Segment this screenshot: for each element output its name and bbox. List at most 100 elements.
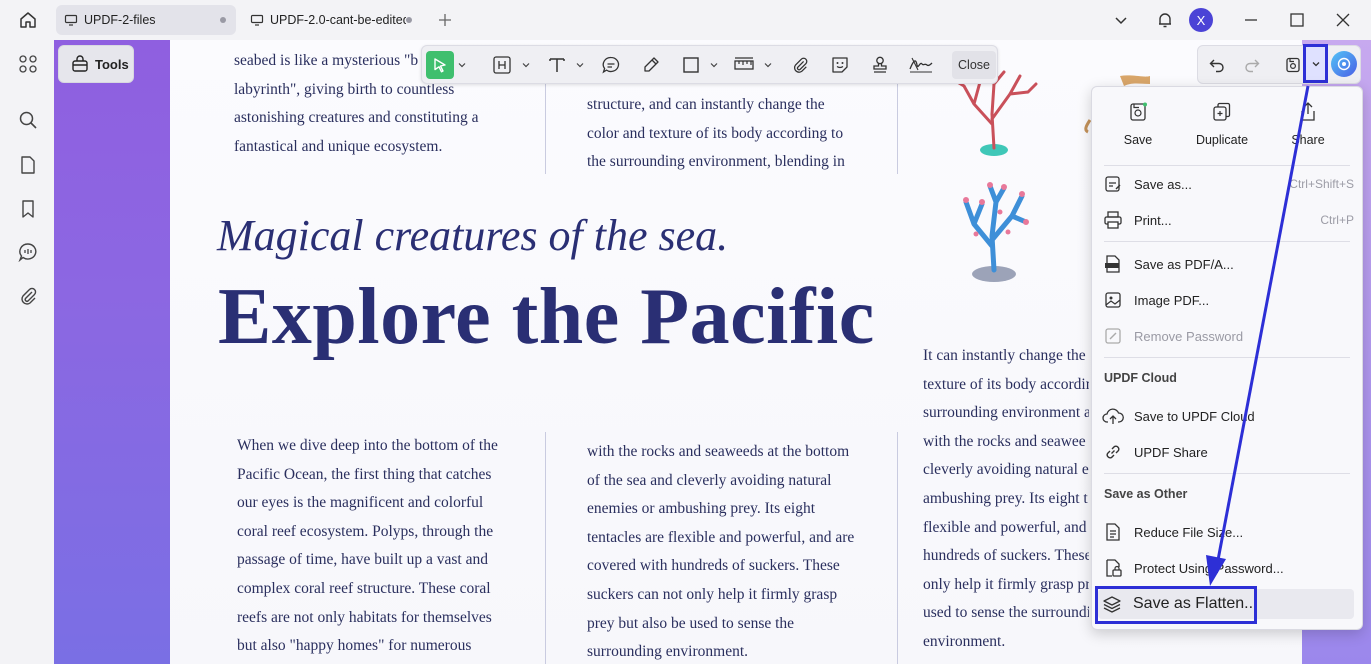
save-as-label: Save as...: [1134, 176, 1192, 192]
close-button[interactable]: Close: [952, 51, 996, 79]
text-line: complex coral reef structure. These cora…: [237, 579, 491, 597]
home-icon[interactable]: [14, 7, 42, 33]
text-line: surrounding environment.: [587, 643, 749, 661]
sticker-tool-icon[interactable]: [826, 51, 854, 79]
save-as-pdfa-item[interactable]: Save as PDF/A...: [1102, 249, 1354, 279]
save-to-cloud-item[interactable]: Save to UPDF Cloud: [1102, 401, 1354, 431]
text-line: It can instantly change the: [923, 347, 1086, 364]
text-line: structure, and can instantly change the: [587, 96, 825, 113]
text-line: Pacific Ocean, the first thing that catc…: [237, 465, 492, 483]
select-tool-icon[interactable]: [426, 51, 454, 79]
text-line: with the rocks and seawee: [923, 432, 1086, 450]
middle-column-paragraph: with the rocks and seaweeds at the botto…: [587, 438, 854, 664]
window-controls: X: [1107, 0, 1371, 40]
updf-share-item[interactable]: UPDF Share: [1102, 437, 1354, 467]
print-label: Print...: [1134, 212, 1172, 228]
lock-file-icon: [1102, 557, 1124, 579]
cloud-upload-icon: [1102, 405, 1124, 427]
unsaved-dot-icon: [220, 17, 226, 23]
heading-tool-icon[interactable]: [488, 51, 516, 79]
compress-icon: [1102, 521, 1124, 543]
column-divider: [897, 432, 898, 664]
measure-tool-icon[interactable]: [730, 51, 758, 79]
chevron-down-icon: [1312, 61, 1319, 66]
close-window-icon[interactable]: [1329, 6, 1357, 34]
print-item[interactable]: Print... Ctrl+P: [1102, 205, 1354, 235]
remove-password-item[interactable]: Remove Password: [1102, 321, 1354, 351]
right-column-paragraph: It can instantly change the texture of i…: [923, 342, 1089, 657]
text-line: with the rocks and seaweeds at the botto…: [587, 443, 850, 460]
stamp-tool-icon[interactable]: [866, 51, 894, 79]
save-icon: [1130, 102, 1147, 121]
menu-duplicate-button[interactable]: Duplicate: [1187, 101, 1257, 161]
chevron-down-icon[interactable]: [574, 51, 586, 79]
share-icon: [1301, 102, 1315, 121]
comment-tool-icon[interactable]: [597, 51, 625, 79]
section-headline: Explore the Pacific: [218, 273, 875, 361]
blue-coral-image: [963, 182, 1029, 282]
reduce-file-size-item[interactable]: Reduce File Size...: [1102, 517, 1354, 547]
highlighter-tool-icon[interactable]: [637, 51, 665, 79]
tools-button[interactable]: Tools: [58, 45, 134, 83]
chevron-down-icon[interactable]: [456, 51, 468, 79]
left-sidebar: [0, 40, 54, 664]
chevron-down-icon[interactable]: [762, 51, 774, 79]
tools-label: Tools: [95, 56, 129, 72]
updf-share-label: UPDF Share: [1134, 444, 1208, 460]
print-shortcut: Ctrl+P: [1320, 213, 1354, 227]
menu-share-button[interactable]: Share: [1273, 101, 1343, 161]
menu-save-button[interactable]: Save: [1103, 101, 1173, 161]
protect-password-label: Protect Using Password...: [1134, 560, 1284, 576]
save-as-icon: [1102, 173, 1124, 195]
image-pdf-item[interactable]: Image PDF...: [1102, 285, 1354, 315]
signature-tool-icon[interactable]: [906, 51, 936, 79]
save-options-dropdown-button[interactable]: [1303, 44, 1328, 83]
avatar[interactable]: X: [1189, 8, 1213, 32]
tab-updf-2-files[interactable]: UPDF-2-files: [56, 5, 236, 35]
undo-icon[interactable]: [1203, 51, 1231, 79]
remove-password-label: Remove Password: [1134, 328, 1244, 344]
page-thumbnail-icon[interactable]: [14, 151, 42, 179]
attachment-tool-icon[interactable]: [786, 51, 814, 79]
chevron-down-icon[interactable]: [520, 51, 532, 79]
bookmark-icon[interactable]: [14, 195, 42, 223]
document-tab-icon: [250, 14, 264, 26]
add-tab-icon[interactable]: [434, 9, 456, 31]
chevron-down-icon[interactable]: [708, 51, 720, 79]
search-icon[interactable]: [14, 106, 42, 134]
save-to-cloud-label: Save to UPDF Cloud: [1134, 408, 1255, 424]
text-line: hundreds of suckers. These: [923, 547, 1089, 565]
ai-assistant-icon[interactable]: [1331, 51, 1357, 77]
save-as-item[interactable]: Save as... Ctrl+Shift+S: [1102, 169, 1354, 199]
text-line: coral reef ecosystem. Polyps, through th…: [237, 522, 494, 540]
toolbox-icon: [72, 55, 88, 72]
comment-icon[interactable]: [14, 238, 42, 266]
text-line: covered with hundreds of suckers. These: [587, 557, 840, 575]
text-line: tentacles are flexible and powerful, and…: [587, 528, 855, 546]
bell-icon[interactable]: [1151, 6, 1179, 34]
text-line: enemies or ambushing prey. Its eight: [587, 500, 815, 518]
rectangle-tool-icon[interactable]: [677, 51, 705, 79]
unsaved-dot-icon: [406, 17, 412, 23]
text-line: our eyes is the magnificent and colorful: [237, 494, 484, 512]
text-line: astonishing creatures and constituting a: [234, 109, 479, 127]
redo-icon[interactable]: [1238, 51, 1266, 79]
column-divider: [545, 84, 546, 174]
column-divider: [545, 432, 546, 664]
tab-updf-2-0-cant-be-edited[interactable]: UPDF-2.0-cant-be-edited: [242, 5, 422, 35]
chevron-down-icon[interactable]: [1107, 6, 1135, 34]
protect-password-item[interactable]: Protect Using Password...: [1102, 553, 1354, 583]
text-line: suckers can not only help it firmly gras…: [587, 585, 838, 603]
attachment-icon[interactable]: [14, 282, 42, 310]
text-tool-icon[interactable]: [543, 51, 571, 79]
save-as-shortcut: Ctrl+Shift+S: [1289, 177, 1354, 191]
minimize-icon[interactable]: [1237, 6, 1265, 34]
maximize-icon[interactable]: [1283, 6, 1311, 34]
text-line: used to sense the surroundi: [923, 604, 1089, 622]
menu-divider: [1104, 473, 1350, 474]
apps-grid-icon[interactable]: [14, 50, 42, 78]
text-line: but also "happy homes" for numerous: [237, 637, 472, 655]
column-divider: [897, 84, 898, 174]
save-options-menu: Save Duplicate Share Save as... Ctrl+Shi…: [1091, 86, 1363, 630]
flatten-highlight-box: [1095, 586, 1257, 624]
